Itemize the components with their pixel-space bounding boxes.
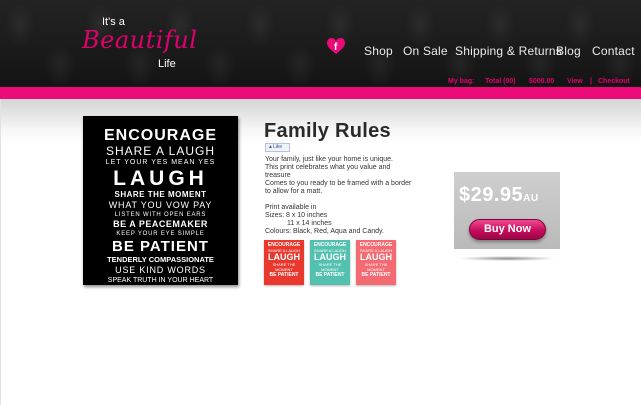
thumb-line: SHARE THE MOMENT bbox=[364, 262, 388, 272]
thumb-line: LAUGH bbox=[360, 252, 392, 262]
thumb-line: SHARE THE MOMENT bbox=[318, 262, 342, 272]
poster-line: KEEP YOUR EYE SIMPLE bbox=[116, 231, 205, 237]
poster-line: BE PATIENT bbox=[112, 238, 209, 255]
poster-line: BE A PEACEMAKER bbox=[113, 219, 208, 229]
left-border bbox=[0, 99, 1, 405]
facebook-icon[interactable]: f bbox=[327, 38, 345, 55]
desc-line: Comes to you ready to be framed with a b… bbox=[265, 180, 412, 187]
bag-amount: $000.00 bbox=[529, 78, 555, 85]
like-label: Like bbox=[272, 144, 283, 150]
price-value: $29.95 bbox=[459, 184, 524, 206]
desc-line: Colours: Black, Red, Aqua and Candy. bbox=[265, 228, 384, 235]
bag-separator: | bbox=[590, 78, 592, 85]
poster-line: ENCOURAGE bbox=[103, 127, 217, 144]
desc-spacer bbox=[265, 196, 430, 204]
price-currency: AU bbox=[523, 193, 539, 204]
poster-line: LISTEN WITH OPEN EARS bbox=[114, 212, 207, 218]
buy-now-button[interactable]: Buy Now bbox=[469, 219, 546, 240]
desc-line: treasure bbox=[265, 172, 291, 179]
desc-line: Sizes: 8 x 10 inches bbox=[265, 212, 328, 219]
desc-line: Your family, just like your home is uniq… bbox=[265, 156, 394, 163]
price-box: $29.95AU Buy Now bbox=[454, 172, 560, 249]
nav-shop[interactable]: Shop bbox=[364, 44, 393, 58]
logo-life: Life bbox=[158, 58, 176, 70]
thumb-line: SHARE THE MOMENT bbox=[272, 262, 296, 272]
site-logo[interactable]: It's a Beautiful Life bbox=[82, 14, 197, 76]
thumb-line: LAUGH bbox=[268, 252, 300, 262]
bag-checkout-link[interactable]: Checkout bbox=[598, 78, 630, 85]
thumb-line: BE PATIENT bbox=[361, 272, 391, 278]
nav-shipping-returns[interactable]: Shipping & Returns bbox=[455, 44, 562, 58]
price-box-shadow bbox=[458, 256, 556, 261]
bag-label: My bag: bbox=[448, 78, 475, 85]
poster-line: SHARE THE MOMENT bbox=[114, 190, 207, 199]
poster-line: USE KIND WORDS bbox=[115, 264, 206, 275]
thumb-line: BE PATIENT bbox=[269, 272, 299, 278]
thumb-line: LAUGH bbox=[314, 252, 346, 262]
poster-line: TENDERLY COMPASSIONATE bbox=[107, 255, 214, 264]
desc-line: This print celebrates what you value and bbox=[265, 164, 391, 171]
page: It's a Beautiful Life f Shop On Sale Shi… bbox=[0, 0, 641, 405]
bag-view-link[interactable]: View bbox=[567, 78, 583, 85]
poster-line: SHARE A LAUGH bbox=[105, 144, 216, 158]
product-description: Your family, just like your home is uniq… bbox=[265, 156, 430, 236]
poster-line: LAUGH bbox=[113, 167, 208, 190]
nav-blog[interactable]: Blog bbox=[556, 44, 581, 58]
poster-line: LET YOUR YES MEAN YES bbox=[105, 159, 216, 166]
product-title: Family Rules bbox=[264, 120, 391, 142]
thumbnail-candy[interactable]: ENCOURAGE SHARE A LAUGH LAUGH SHARE THE … bbox=[356, 240, 396, 285]
site-header: It's a Beautiful Life f Shop On Sale Shi… bbox=[0, 0, 641, 87]
product-image[interactable]: ENCOURAGE SHARE A LAUGH LET YOUR YES MEA… bbox=[83, 116, 238, 285]
desc-line: Print available in bbox=[265, 204, 317, 211]
nav-contact[interactable]: Contact bbox=[592, 44, 635, 58]
facebook-like-button[interactable]: ▲Like bbox=[265, 143, 290, 152]
thumbnail-red[interactable]: ENCOURAGE SHARE A LAUGH LAUGH SHARE THE … bbox=[264, 240, 304, 285]
bag-total: Total (00) bbox=[485, 78, 516, 85]
thumb-line: BE PATIENT bbox=[315, 272, 345, 278]
thumbnail-aqua[interactable]: ENCOURAGE SHARE A LAUGH LAUGH SHARE THE … bbox=[310, 240, 350, 285]
accent-bar bbox=[0, 87, 641, 99]
desc-line: 11 x 14 inches bbox=[287, 220, 332, 227]
desc-line: to allow for a matt. bbox=[265, 188, 323, 195]
price: $29.95AU bbox=[459, 184, 539, 207]
poster-line: SPEAK TRUTH IN YOUR HEART bbox=[107, 276, 214, 284]
logo-beautiful: Beautiful bbox=[82, 26, 198, 54]
poster-line: WHAT YOU VOW PAY bbox=[108, 200, 213, 210]
nav-on-sale[interactable]: On Sale bbox=[403, 44, 448, 58]
